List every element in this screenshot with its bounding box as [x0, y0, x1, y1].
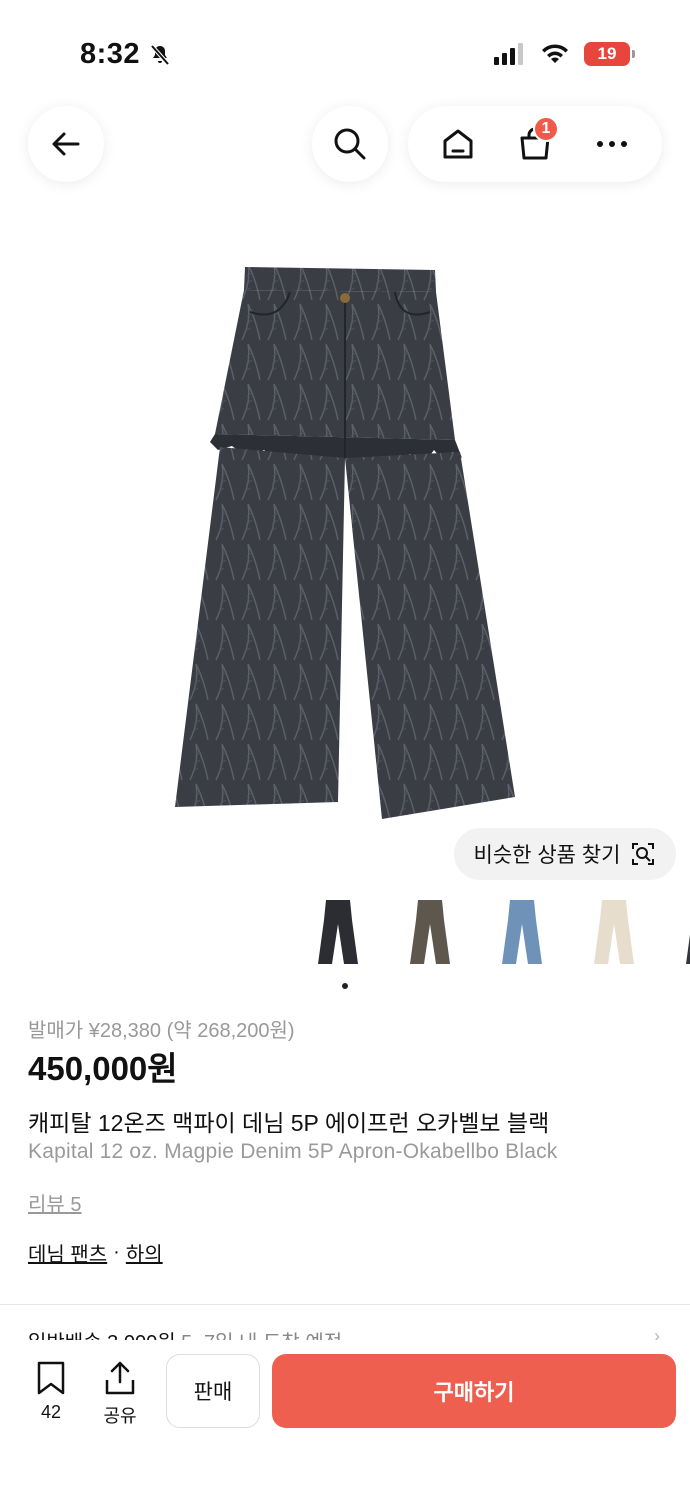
category-breadcrumb: 데님 팬츠 · 하의: [28, 1238, 163, 1267]
bookmark-count: 42: [40, 1402, 62, 1422]
find-similar-button[interactable]: 비슷한 상품 찾기: [454, 828, 676, 880]
back-button[interactable]: [28, 106, 104, 182]
home-button[interactable]: [430, 116, 486, 172]
wifi-icon: [542, 44, 568, 63]
product-title-english: Kapital 12 oz. Magpie Denim 5P Apron-Oka…: [28, 1140, 558, 1163]
status-indicators: 19: [494, 42, 635, 66]
search-icon: [334, 128, 366, 160]
shipping-main: 일반배송 3,000원: [28, 1332, 176, 1340]
chevron-right-icon: ›: [654, 1326, 660, 1340]
status-time: 8:32: [80, 38, 172, 71]
thumbnail[interactable]: [586, 898, 642, 978]
thumbnail-pants-image: [594, 900, 634, 964]
thumbnail-pants-image: [410, 900, 450, 964]
signal-icon: [494, 43, 523, 65]
thumb-3: [594, 900, 634, 964]
thumbnail[interactable]: [494, 898, 550, 978]
cart-button[interactable]: 1: [507, 116, 563, 172]
category-link-denim-pants[interactable]: 데님 팬츠: [28, 1238, 107, 1267]
share-label: 공유: [103, 1406, 137, 1426]
thumb-2: [502, 900, 542, 964]
status-bar: 8:32 19: [0, 0, 690, 110]
carousel-indicator-dot: [342, 983, 348, 989]
battery-icon: 19: [584, 42, 635, 66]
sell-button[interactable]: 판매: [166, 1354, 260, 1428]
battery-level: 19: [597, 44, 617, 63]
more-dots-icon: [596, 141, 627, 147]
thumbnail-pants-image: [502, 900, 542, 964]
thumbnail-pants-image: [318, 900, 358, 964]
review-link[interactable]: 리뷰 5: [28, 1188, 81, 1217]
thumb-0: [318, 900, 358, 964]
denim-pants-image: [175, 267, 515, 819]
product-title-korean: 캐피탈 12온즈 맥파이 데님 5P 에이프런 오카벨보 블랙: [28, 1110, 550, 1136]
category-separator: ·: [113, 1241, 120, 1263]
original-price: 발매가 ¥28,380 (약 268,200원): [28, 1020, 295, 1042]
bookmark-icon: [37, 1361, 65, 1395]
visual-search-icon: [632, 843, 655, 865]
thumbnail-carousel: [310, 898, 690, 978]
nav-actions: 1: [408, 106, 662, 182]
time-text: 8:32: [80, 38, 141, 70]
cart-count-badge: 1: [532, 116, 559, 142]
bell-muted-icon: [150, 44, 170, 65]
share-button[interactable]: 공유: [95, 1360, 145, 1428]
buy-button[interactable]: 구매하기: [272, 1354, 676, 1428]
thumbnail[interactable]: [678, 898, 690, 978]
bottom-action-bar: 42 공유 판매 구매하기: [0, 1340, 690, 1500]
find-similar-label: 비슷한 상품 찾기: [473, 844, 621, 867]
bookmark-button[interactable]: 42: [26, 1360, 76, 1423]
shipping-sub: 5~7일 내 도착 예정: [181, 1332, 342, 1340]
price: 450,000원: [28, 1050, 178, 1087]
product-image[interactable]: [160, 262, 530, 827]
search-button[interactable]: [312, 106, 388, 182]
thumb-1: [410, 900, 450, 964]
thumb-4: [686, 934, 690, 964]
arrow-left-icon: [52, 132, 80, 156]
shipping-info[interactable]: 일반배송 3,000원 5~7일 내 도착 예정: [28, 1326, 668, 1340]
category-link-bottoms[interactable]: 하의: [126, 1238, 163, 1267]
share-icon: [105, 1361, 135, 1395]
thumbnail[interactable]: [402, 898, 458, 978]
more-button[interactable]: [584, 116, 640, 172]
thumbnail-pants-image: [686, 934, 690, 964]
divider: [0, 1304, 690, 1305]
home-icon: [443, 129, 473, 159]
thumbnail[interactable]: [310, 898, 366, 978]
